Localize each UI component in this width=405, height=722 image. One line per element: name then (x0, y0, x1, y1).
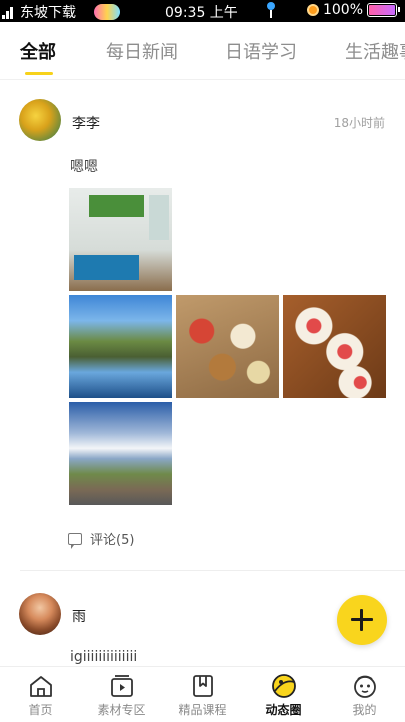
status-time: 09:35 上午 (165, 5, 238, 21)
tab-japanese-study[interactable]: 日语学习 (225, 38, 297, 64)
post-photo[interactable] (176, 295, 279, 398)
post-time: 18小时前 (333, 116, 385, 130)
moments-icon (271, 674, 296, 698)
app-notification-icon (94, 4, 120, 20)
profile-icon (353, 675, 376, 698)
nav-item-courses[interactable]: 精品课程 (162, 667, 243, 722)
signal-icon (2, 5, 16, 19)
location-pin-icon (266, 2, 276, 18)
nav-item-home[interactable]: 首页 (0, 667, 81, 722)
post-photo[interactable] (69, 402, 172, 505)
nav-label: 精品课程 (178, 703, 227, 717)
nav-item-materials[interactable]: 素材专区 (81, 667, 162, 722)
material-icon (110, 675, 133, 697)
nav-item-me[interactable]: 我的 (324, 667, 405, 722)
post-photo[interactable] (69, 295, 172, 398)
status-bar: 东坡下载 09:35 上午 100% (0, 0, 405, 22)
status-right: 100% (306, 2, 400, 18)
tab-daily-news[interactable]: 每日新闻 (106, 38, 178, 64)
home-icon (29, 676, 52, 697)
category-tabs: 全部 每日新闻 日语学习 生活趣事 (0, 22, 405, 80)
post-author[interactable]: 李李 (72, 113, 100, 133)
add-post-button[interactable] (337, 595, 387, 645)
battery-percent: 100% (322, 2, 363, 18)
post-text: igiiiiiiiiiiiiii (70, 649, 138, 665)
comment-icon (68, 532, 82, 549)
nav-label: 动态圈 (265, 703, 302, 717)
nav-label: 我的 (352, 703, 377, 717)
bookmark-icon (192, 675, 213, 697)
battery-icon (367, 3, 400, 17)
tab-active-indicator (25, 72, 53, 75)
bottom-nav: 首页 素材专区 精品课程 动态圈 我的 (0, 666, 405, 722)
carrier-label: 东坡下载 (20, 5, 76, 21)
avatar[interactable] (19, 99, 61, 141)
tab-life-fun[interactable]: 生活趣事 (345, 38, 405, 64)
comment-label: 评论(5) (90, 533, 135, 548)
status-left: 东坡下载 (2, 2, 120, 22)
post-author[interactable]: 雨 (72, 606, 86, 626)
record-icon (306, 4, 319, 16)
tab-all[interactable]: 全部 (20, 38, 56, 64)
post-photo[interactable] (283, 295, 386, 398)
nav-label: 首页 (28, 703, 53, 717)
post-photo[interactable] (69, 188, 172, 291)
post-text: 嗯嗯 (70, 159, 98, 175)
post-card: 李李 18小时前 嗯嗯 评论(5) (0, 80, 405, 570)
avatar[interactable] (19, 593, 61, 635)
nav-label: 素材专区 (97, 703, 146, 717)
nav-item-moments[interactable]: 动态圈 (243, 667, 324, 722)
comment-button[interactable]: 评论(5) (68, 529, 135, 549)
